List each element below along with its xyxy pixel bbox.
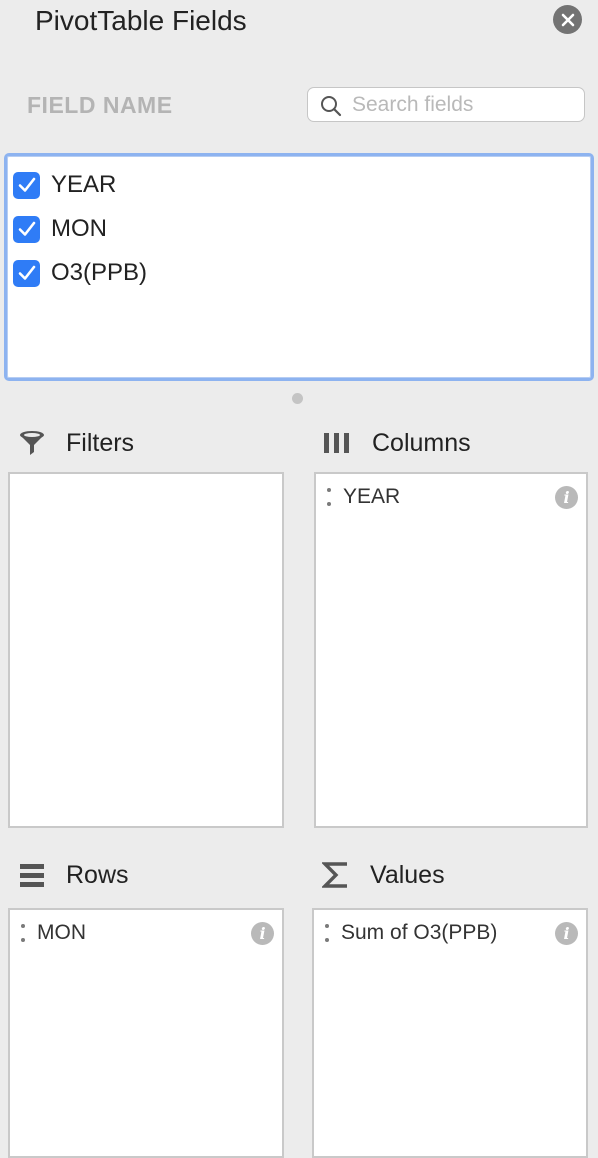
panel-title: PivotTable Fields: [35, 5, 247, 36]
field-label-year: YEAR: [51, 171, 117, 198]
close-button[interactable]: [553, 5, 582, 34]
field-item-year[interactable]: YEAR: [13, 170, 116, 200]
field-checkbox-o3[interactable]: [13, 259, 40, 287]
columns-item-year[interactable]: YEAR i: [326, 484, 578, 510]
field-name-header: FIELD NAME: [27, 92, 173, 118]
filters-header: Filters: [18, 426, 134, 460]
drag-handle-icon[interactable]: [326, 488, 332, 506]
field-item-o3[interactable]: O3(PPB): [13, 258, 147, 288]
rows-icon: [18, 861, 46, 889]
filters-label: Filters: [66, 428, 135, 457]
values-label: Values: [370, 860, 445, 889]
values-item-sum-o3[interactable]: Sum of O3(PPB) i: [324, 920, 578, 946]
columns-item-label: YEAR: [343, 485, 401, 508]
field-list[interactable]: YEAR MON O3(PPB): [4, 153, 594, 381]
rows-header: Rows: [18, 858, 129, 892]
search-input[interactable]: [352, 88, 577, 121]
checkmark-icon: [18, 177, 35, 192]
checkmark-icon: [18, 265, 35, 280]
columns-drop-zone[interactable]: YEAR i: [314, 472, 588, 828]
search-icon: [321, 96, 342, 117]
info-icon[interactable]: i: [251, 921, 274, 945]
values-header: Values: [322, 858, 445, 892]
rows-item-label: MON: [37, 921, 86, 944]
columns-label: Columns: [372, 428, 471, 457]
rows-item-mon[interactable]: MON i: [20, 920, 274, 946]
values-drop-zone[interactable]: Sum of O3(PPB) i: [312, 908, 588, 1158]
field-item-mon[interactable]: MON: [13, 214, 107, 244]
filters-drop-zone[interactable]: [8, 472, 284, 828]
rows-label: Rows: [66, 860, 129, 889]
field-checkbox-mon[interactable]: [13, 215, 40, 243]
field-label-o3: O3(PPB): [51, 259, 148, 286]
columns-icon: [323, 429, 351, 457]
filter-icon: [18, 429, 46, 457]
splitter-handle[interactable]: [292, 393, 303, 404]
info-icon[interactable]: i: [555, 485, 578, 509]
checkmark-icon: [18, 221, 35, 236]
sigma-icon: [322, 861, 350, 889]
field-label-mon: MON: [51, 215, 107, 242]
values-item-label: Sum of O3(PPB): [341, 921, 498, 944]
drag-handle-icon[interactable]: [324, 924, 330, 942]
rows-drop-zone[interactable]: MON i: [8, 908, 284, 1158]
drag-handle-icon[interactable]: [20, 924, 26, 942]
info-icon[interactable]: i: [555, 921, 578, 945]
search-box[interactable]: [307, 87, 585, 122]
field-checkbox-year[interactable]: [13, 171, 40, 199]
columns-header: Columns: [323, 426, 471, 460]
close-icon: [561, 13, 574, 26]
